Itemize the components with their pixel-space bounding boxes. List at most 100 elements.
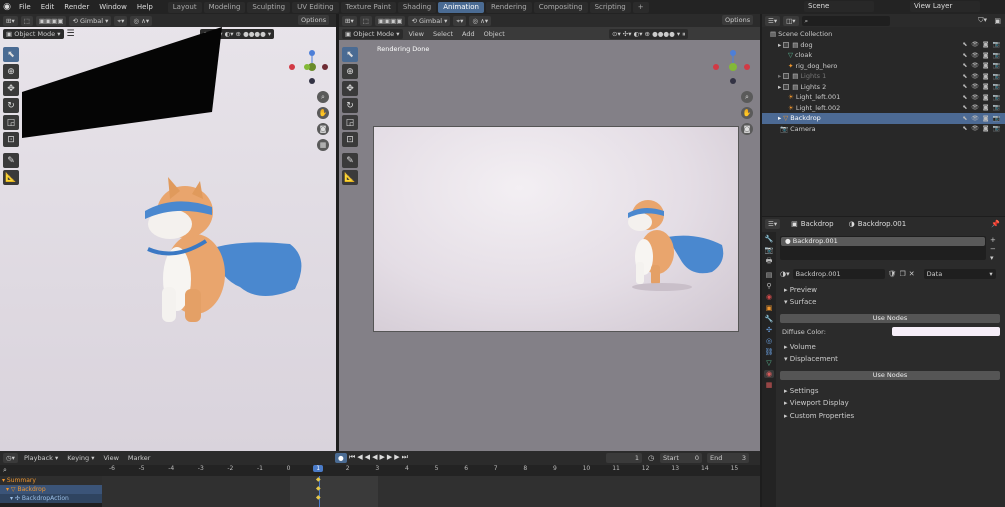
- menu-select[interactable]: Select: [430, 29, 456, 39]
- material-slot-list[interactable]: ● Backdrop.001: [780, 236, 986, 260]
- menu-render[interactable]: Render: [59, 3, 94, 11]
- select-box-icon-2[interactable]: ⬚: [360, 16, 372, 26]
- channel-summary[interactable]: ▾ Summary: [0, 476, 102, 485]
- unlink-icon[interactable]: ✕: [909, 270, 915, 278]
- select-tool-icon-2[interactable]: ⬉: [342, 47, 358, 62]
- expand-arrow-icon[interactable]: ▸: [778, 72, 781, 80]
- camera-3d-viewport[interactable]: ⊞▾ ⬚ ▣▣▣▣ ⟲ Gimbal ▾ ⌖▾ ◎ ∧▾ Options ▣ O…: [339, 14, 760, 451]
- outliner-row-lights-2[interactable]: ▸▤Lights 2⬉ 👁 ◙ 📷: [762, 82, 1005, 93]
- blender-logo-icon[interactable]: ◉: [0, 2, 14, 12]
- tab-modeling[interactable]: Modeling: [204, 2, 246, 13]
- outliner-row-light-left-002[interactable]: ☀Light_left.002⬉ 👁 ◙ 📷: [762, 103, 1005, 114]
- transform-orientation-select-2[interactable]: ⟲ Gimbal ▾: [408, 16, 450, 26]
- object-mode-select-2[interactable]: ▣ Object Mode ▾: [342, 29, 403, 39]
- include-checkbox[interactable]: [783, 84, 789, 90]
- remove-slot-icon[interactable]: −: [990, 245, 996, 253]
- menu-help[interactable]: Help: [132, 3, 158, 11]
- snap-icon-2[interactable]: ⌖▾: [453, 16, 466, 26]
- tool-tab-icon[interactable]: 🔧: [765, 235, 774, 243]
- rotate-tool-icon[interactable]: ↻: [3, 98, 19, 113]
- new-collection-icon[interactable]: ▣: [994, 17, 1001, 25]
- menu-view[interactable]: View: [406, 29, 427, 39]
- visibility-toggles-icon[interactable]: ⬉ 👁 ◙ 📷: [962, 73, 1001, 80]
- search-icon[interactable]: ⌕: [3, 466, 7, 475]
- preview-section[interactable]: ▸ Preview: [762, 284, 817, 296]
- menu-marker[interactable]: Marker: [125, 453, 153, 463]
- channel-backdrop-action[interactable]: ▾ ✣ BackdropAction: [0, 494, 102, 503]
- pin-icon[interactable]: 📌: [991, 220, 1000, 228]
- outliner-row-light-left-001[interactable]: ☀Light_left.001⬉ 👁 ◙ 📷: [762, 92, 1005, 103]
- proportional-edit-icon-2[interactable]: ◎ ∧▾: [469, 16, 491, 26]
- include-checkbox[interactable]: [783, 42, 789, 48]
- visibility-toggles-icon[interactable]: ⬉ 👁 ◙ 📷: [962, 115, 1001, 122]
- visibility-toggles-icon[interactable]: ⬉ 👁 ◙ 📷: [962, 41, 1001, 48]
- visibility-toggles-icon[interactable]: ⬉ 👁 ◙ 📷: [962, 52, 1001, 59]
- annotate-tool-icon[interactable]: ✎: [3, 153, 19, 168]
- keyframe-backdrop-icon[interactable]: ◆: [316, 485, 321, 492]
- cursor-tool-icon[interactable]: ⊕: [3, 64, 19, 79]
- tab-scripting[interactable]: Scripting: [590, 2, 631, 13]
- particles-tab-icon[interactable]: ✣: [766, 326, 772, 334]
- menu-playback[interactable]: Playback ▾: [21, 453, 61, 463]
- measure-tool-icon-2[interactable]: 📐: [342, 170, 358, 185]
- outliner-row-lights-1[interactable]: ▸▤Lights 1⬉ 👁 ◙ 📷: [762, 71, 1005, 82]
- channel-backdrop[interactable]: ▾ ▽ Backdrop: [0, 485, 102, 494]
- outliner-row-camera[interactable]: 📷Camera⬉ 👁 ◙ 📷: [762, 124, 1005, 135]
- outliner-search-input[interactable]: ⌕: [802, 16, 890, 26]
- tab-animation[interactable]: Animation: [438, 2, 484, 13]
- keyframe-action-icon[interactable]: ◆: [316, 494, 321, 501]
- viewport-shading-buttons-2[interactable]: ⊙▾ ✣▾ ◐▾ ⊕ ●●●● ▾ ⏸: [609, 29, 688, 39]
- visibility-toggles-icon[interactable]: ⬉ 👁 ◙ 📷: [962, 125, 1001, 132]
- clock-icon[interactable]: ◷: [648, 454, 654, 462]
- material-slot-row[interactable]: ● Backdrop.001: [781, 237, 985, 246]
- camera-view-icon-2[interactable]: ◙: [741, 123, 753, 135]
- displacement-section[interactable]: ▾ Displacement: [762, 353, 838, 365]
- diffuse-color-swatch[interactable]: [892, 327, 1000, 336]
- properties-editor-type-button[interactable]: ☰▾: [765, 219, 780, 229]
- annotate-tool-icon-2[interactable]: ✎: [342, 153, 358, 168]
- outliner-row-scene-collection[interactable]: ▤Scene Collection: [762, 29, 1005, 40]
- outliner-row-backdrop[interactable]: ▸▽Backdrop⬉ 👁 ◙ 📷: [762, 113, 1005, 124]
- zoom-icon[interactable]: ⌕: [317, 91, 329, 103]
- filter-icon[interactable]: ⛉▾: [978, 16, 987, 25]
- modifier-tab-icon[interactable]: 🔧: [765, 315, 774, 323]
- visibility-toggles-icon[interactable]: ⬉ 👁 ◙ 📷: [962, 94, 1001, 101]
- scale-tool-icon-2[interactable]: ◲: [342, 115, 358, 130]
- move-tool-icon-2[interactable]: ✥: [342, 81, 358, 96]
- visibility-toggles-icon[interactable]: ⬉ 👁 ◙ 📷: [962, 83, 1001, 90]
- move-tool-icon[interactable]: ✥: [3, 81, 19, 96]
- outliner-row-cloak[interactable]: ▽cloak⬉ 👁 ◙ 📷: [762, 50, 1005, 61]
- measure-tool-icon[interactable]: 📐: [3, 170, 19, 185]
- tab-rendering[interactable]: Rendering: [486, 2, 532, 13]
- left-3d-viewport[interactable]: ⊞▾ ⬚ ▣▣▣▣ ⟲ Gimbal ▾ ⌖▾ ◎ ∧▾ Options ▣ O…: [0, 14, 336, 451]
- settings-section[interactable]: ▸ Settings: [762, 385, 818, 397]
- include-checkbox[interactable]: [783, 73, 789, 79]
- frame-ruler[interactable]: ⌕ -6-5-4-3-2-10123456789101112131415: [0, 465, 760, 476]
- keyframe-area[interactable]: ◆ ◆ ◆: [102, 476, 760, 507]
- cursor-tool-icon-2[interactable]: ⊕: [342, 64, 358, 79]
- material-browse-icon[interactable]: ◑▾: [780, 270, 790, 278]
- visibility-toggles-icon[interactable]: ⬉ 👁 ◙ 📷: [962, 62, 1001, 69]
- rotate-tool-icon-2[interactable]: ↻: [342, 98, 358, 113]
- output-tab-icon[interactable]: 🖶: [766, 257, 773, 268]
- axis-gizmo-icon-2[interactable]: [709, 49, 755, 89]
- options-button-2[interactable]: Options: [722, 15, 753, 25]
- use-nodes-button[interactable]: Use Nodes: [780, 314, 1000, 323]
- record-button[interactable]: ●: [335, 453, 347, 463]
- menu-add[interactable]: Add: [459, 29, 478, 39]
- display-mode-select[interactable]: ◫▾: [783, 16, 798, 26]
- expand-arrow-icon[interactable]: ▸: [778, 83, 781, 91]
- visibility-toggles-icon[interactable]: ⬉ 👁 ◙ 📷: [962, 104, 1001, 111]
- menu-object[interactable]: Object: [481, 29, 508, 39]
- expand-arrow-icon[interactable]: ▸: [778, 114, 781, 122]
- surface-section[interactable]: ▾ Surface: [762, 296, 816, 308]
- scene-selector[interactable]: Scene: [804, 1, 874, 12]
- material-tab-icon[interactable]: ◉: [764, 370, 774, 378]
- menu-timeline-view[interactable]: View: [100, 453, 121, 463]
- editor-type-button-2[interactable]: ⊞▾: [342, 16, 357, 26]
- tab-uv-editing[interactable]: UV Editing: [292, 2, 339, 13]
- tab-compositing[interactable]: Compositing: [534, 2, 588, 13]
- expand-arrow-icon[interactable]: ▸: [778, 41, 781, 49]
- axis-gizmo-icon[interactable]: [285, 49, 331, 89]
- menu-file[interactable]: File: [14, 3, 36, 11]
